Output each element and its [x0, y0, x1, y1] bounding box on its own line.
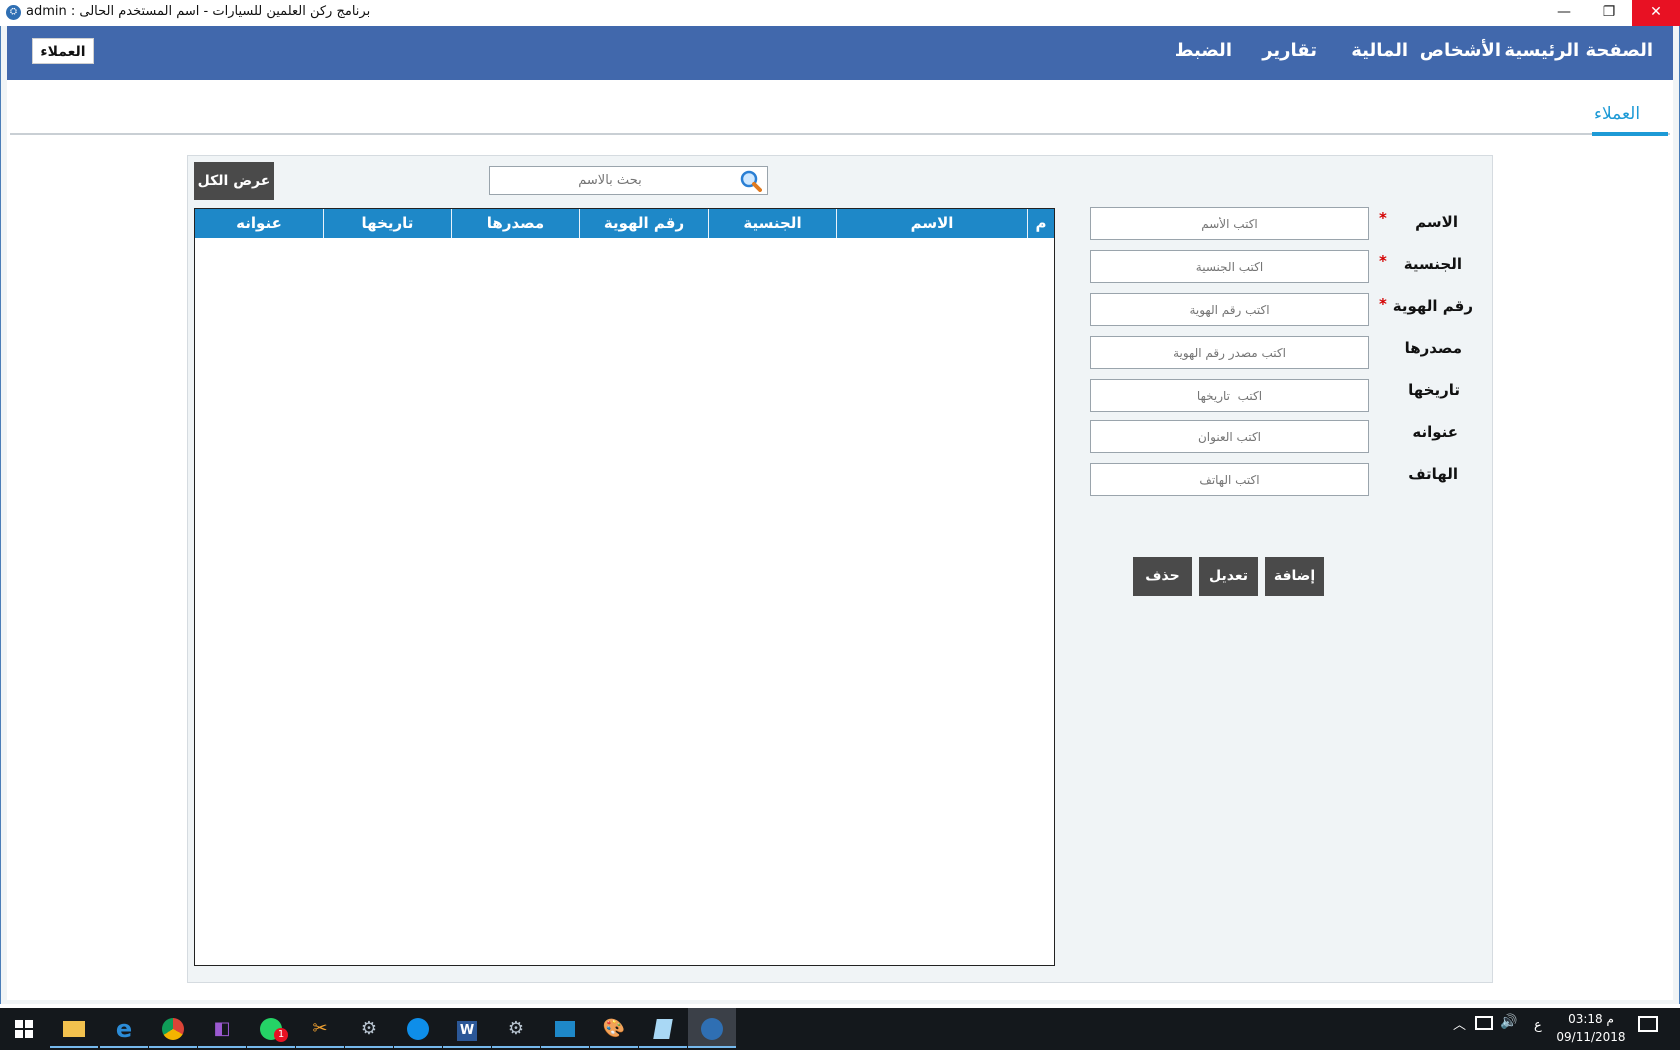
close-button[interactable]: ✕ [1632, 0, 1680, 26]
nav-settings[interactable]: الضبط [1175, 40, 1232, 66]
column-header-index[interactable]: م [1027, 209, 1054, 238]
add-button[interactable]: إضافة [1265, 557, 1324, 596]
customers-grid[interactable]: م الاسم الجنسية رقم الهوية مصدرها تاريخه… [194, 208, 1055, 966]
network-icon[interactable] [1475, 1016, 1493, 1030]
paint-icon[interactable]: 🎨 [590, 1008, 638, 1048]
notepad-icon[interactable] [639, 1008, 687, 1048]
label-id-source: مصدرها [1404, 339, 1462, 357]
app-icon: ⛭ [6, 5, 21, 20]
tab-customers[interactable]: العملاء [1594, 104, 1640, 124]
address-field[interactable] [1090, 420, 1369, 453]
required-mark-nationality: * [1379, 252, 1387, 270]
edge-icon[interactable]: e [100, 1008, 148, 1048]
title-bar: ⛭ برنامج ركن العلمين للسيارات - اسم المس… [0, 0, 1680, 26]
label-id-date: تاريخها [1408, 381, 1460, 399]
chrome-icon[interactable] [149, 1008, 197, 1048]
tools-icon[interactable]: ✂ [296, 1008, 344, 1048]
label-name: الاسم [1415, 213, 1458, 231]
whatsapp-badge: 1 [274, 1028, 288, 1042]
column-header-nationality[interactable]: الجنسية [708, 209, 836, 238]
label-phone: الهاتف [1408, 465, 1458, 483]
nav-home[interactable]: الصفحة الرئيسية [1504, 40, 1653, 66]
show-all-button[interactable]: عرض الكل [194, 162, 274, 200]
edit-button[interactable]: تعديل [1199, 557, 1258, 596]
label-id-number: رقم الهوية [1392, 297, 1473, 315]
id-source-field[interactable] [1090, 336, 1369, 369]
search-box [489, 166, 768, 195]
word-icon[interactable]: W [443, 1008, 491, 1048]
tray-chevron-icon[interactable]: ︿ [1453, 1014, 1466, 1033]
notification-center-icon[interactable] [1638, 1016, 1658, 1032]
top-nav: الصفحة الرئيسية الأشخاص المالية تقارير ا… [7, 26, 1673, 80]
column-header-id-date[interactable]: تاريخها [323, 209, 451, 238]
column-header-name[interactable]: الاسم [836, 209, 1027, 238]
search-input[interactable] [490, 167, 730, 194]
name-field[interactable] [1090, 207, 1369, 240]
minimize-button[interactable]: — [1541, 0, 1587, 26]
search-icon[interactable] [740, 170, 762, 192]
column-header-id-number[interactable]: رقم الهوية [579, 209, 708, 238]
delete-button[interactable]: حذف [1133, 557, 1192, 596]
window-title: برنامج ركن العلمين للسيارات - اسم المستخ… [26, 4, 371, 19]
teamviewer-icon[interactable] [394, 1008, 442, 1048]
clock-date[interactable]: 09/11/2018 [1556, 1030, 1626, 1044]
grid-header: م الاسم الجنسية رقم الهوية مصدرها تاريخه… [195, 209, 1054, 238]
language-indicator[interactable]: ع [1534, 1018, 1542, 1033]
required-mark-name: * [1379, 209, 1387, 227]
nationality-field[interactable] [1090, 250, 1369, 283]
remote-desktop-icon[interactable] [541, 1008, 589, 1048]
tab-divider [10, 133, 1670, 135]
car-app-icon[interactable] [688, 1008, 736, 1048]
label-address: عنوانه [1412, 423, 1458, 441]
current-page-badge: العملاء [32, 38, 94, 64]
windows-start-icon[interactable] [0, 1008, 48, 1050]
column-header-id-source[interactable]: مصدرها [451, 209, 579, 238]
nav-finance[interactable]: المالية [1351, 40, 1408, 66]
visual-studio-icon[interactable]: ◧ [198, 1008, 246, 1048]
whatsapp-icon[interactable]: 1 [247, 1008, 295, 1048]
file-explorer-icon[interactable] [50, 1008, 98, 1048]
nav-reports[interactable]: تقارير [1262, 40, 1317, 66]
label-nationality: الجنسية [1403, 255, 1462, 273]
restore-button[interactable]: ❐ [1586, 0, 1632, 26]
id-date-field[interactable] [1090, 379, 1369, 412]
volume-icon[interactable]: 🔊 [1500, 1014, 1517, 1030]
nav-people[interactable]: الأشخاص [1420, 40, 1501, 66]
phone-field[interactable] [1090, 463, 1369, 496]
id-number-field[interactable] [1090, 293, 1369, 326]
settings-2-icon[interactable]: ⚙ [492, 1008, 540, 1048]
required-mark-id-number: * [1379, 295, 1387, 313]
clock-time[interactable]: 03:18 م [1556, 1012, 1626, 1026]
column-header-address[interactable]: عنوانه [195, 209, 323, 238]
tab-active-indicator [1592, 132, 1668, 136]
settings-icon[interactable]: ⚙ [345, 1008, 393, 1048]
